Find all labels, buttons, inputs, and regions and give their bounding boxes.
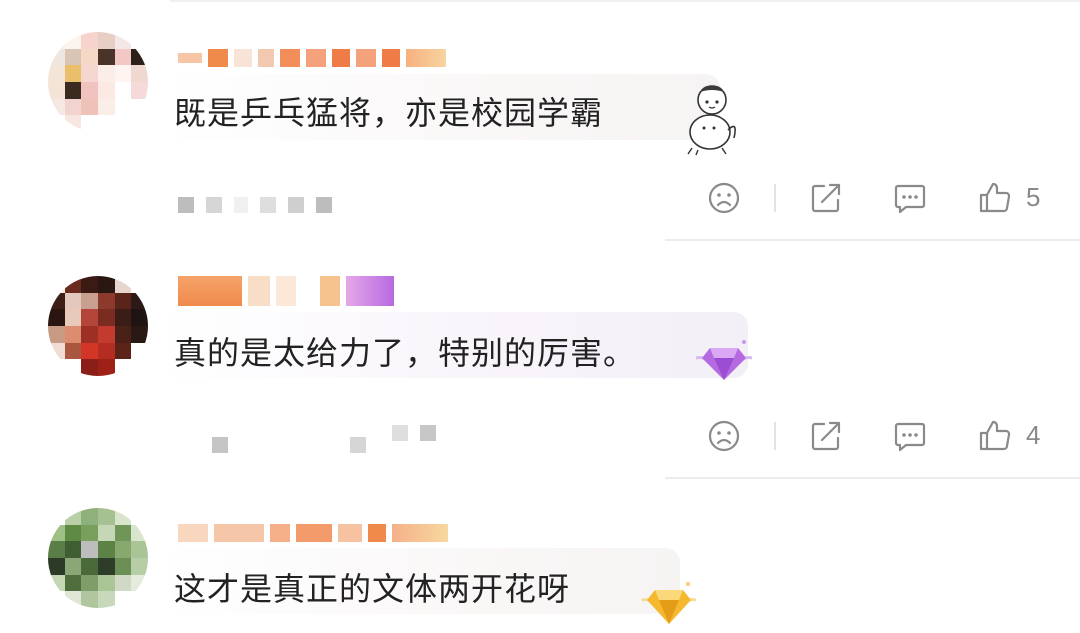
comment-icon — [894, 422, 926, 452]
like-button[interactable] — [976, 180, 1012, 216]
comment-item: 真的是太给力了，特别的厉害。 4 — [0, 240, 1080, 478]
comment-actions: 4 — [700, 418, 1060, 458]
like-count: 4 — [1026, 420, 1041, 450]
like-button[interactable] — [976, 418, 1012, 454]
username-pixelated[interactable] — [178, 522, 448, 544]
avatar[interactable] — [48, 276, 148, 376]
gold-diamond-badge-icon — [640, 578, 698, 632]
dislike-button[interactable] — [706, 180, 742, 216]
share-icon — [811, 183, 841, 213]
comment-icon — [894, 184, 926, 214]
comment-text[interactable]: 真的是太给力了，特别的厉害。 — [174, 328, 636, 374]
comment-actions: 5 — [700, 180, 1060, 220]
avatar[interactable] — [48, 32, 148, 132]
avatar[interactable] — [48, 508, 148, 608]
share-button[interactable] — [808, 180, 844, 216]
thumbs-up-icon — [979, 182, 1011, 213]
comment-meta-pixelated — [178, 196, 344, 214]
comment-meta-pixelated — [178, 436, 378, 454]
reply-button[interactable] — [892, 418, 928, 454]
share-button[interactable] — [808, 418, 844, 454]
dislike-button[interactable] — [706, 418, 742, 454]
action-divider — [774, 422, 776, 450]
reply-button[interactable] — [892, 180, 928, 216]
username-pixelated[interactable] — [178, 276, 394, 306]
frown-icon — [708, 420, 740, 452]
comment-item: 这才是真正的文体两开花呀 — [0, 478, 1080, 633]
comment-item: 既是乒乓猛将，亦是校园学霸 5 — [0, 0, 1080, 240]
cartoon-cat-girl-sticker-icon — [684, 82, 740, 160]
purple-diamond-badge-icon — [694, 336, 754, 390]
comment-meta-pixelated — [392, 424, 448, 442]
comment-text[interactable]: 既是乒乓猛将，亦是校园学霸 — [174, 88, 603, 134]
action-divider — [774, 184, 776, 212]
frown-icon — [708, 182, 740, 214]
comment-text[interactable]: 这才是真正的文体两开花呀 — [174, 564, 570, 610]
share-icon — [811, 421, 841, 451]
thumbs-up-icon — [979, 420, 1011, 451]
username-pixelated[interactable] — [178, 47, 446, 69]
like-count: 5 — [1026, 182, 1041, 212]
